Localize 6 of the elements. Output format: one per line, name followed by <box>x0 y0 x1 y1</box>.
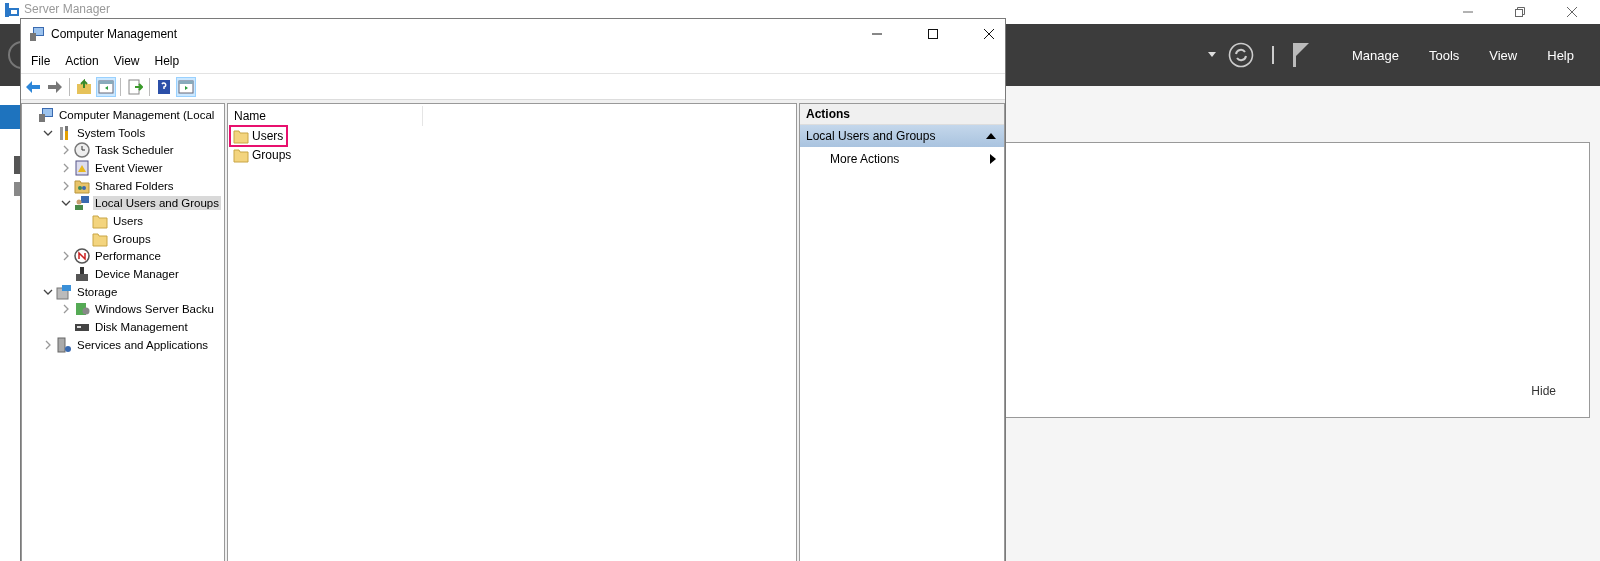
window-title: Computer Management <box>51 27 178 41</box>
item-label: Users <box>252 128 284 143</box>
pane-title: Actions <box>800 104 1004 125</box>
section-title: Local Users and Groups <box>806 129 936 143</box>
window-title: Server Manager <box>24 2 111 16</box>
item-label: Groups <box>252 147 292 162</box>
